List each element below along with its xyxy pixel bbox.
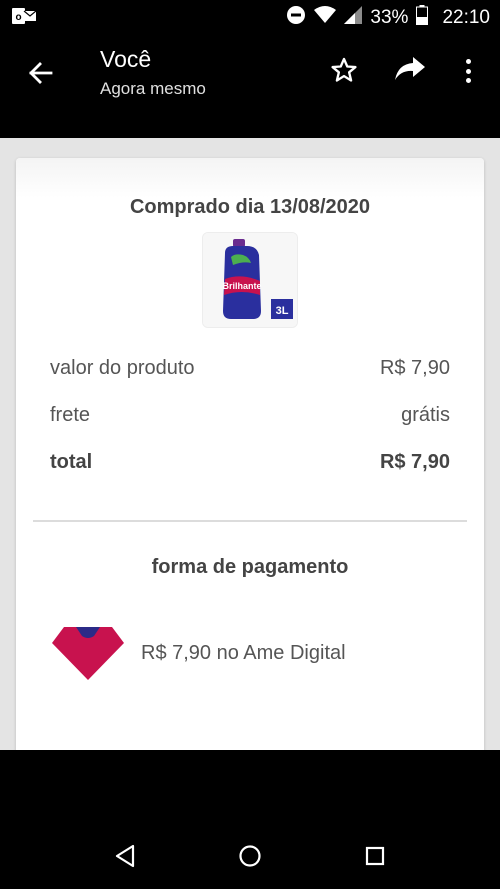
arrow-left-icon xyxy=(29,62,53,84)
nav-back-button[interactable] xyxy=(108,842,142,870)
back-button[interactable] xyxy=(20,56,60,90)
shipping-value: grátis xyxy=(401,404,450,426)
dot xyxy=(465,59,471,64)
clock: 22:10 xyxy=(442,7,490,28)
battery-icon xyxy=(416,5,429,31)
share-arrow-icon xyxy=(395,57,425,80)
card-top-shade xyxy=(16,158,484,198)
product-value-row: valor do produto R$ 7,90 xyxy=(50,357,450,380)
payment-description: R$ 7,90 no Ame Digital xyxy=(141,642,346,664)
triangle-back-icon xyxy=(115,844,135,868)
message-content[interactable]: Comprado dia 13/08/2020 Brilhante 3L val… xyxy=(0,138,500,750)
wifi-icon xyxy=(314,6,337,30)
total-amount: R$ 7,90 xyxy=(379,451,450,473)
page-title: Você xyxy=(100,46,152,72)
star-icon xyxy=(331,57,357,82)
product-value-label: valor do produto xyxy=(50,357,195,379)
total-label: total xyxy=(50,451,93,473)
ame-digital-logo-icon xyxy=(50,624,126,682)
shipping-label: frete xyxy=(50,404,91,426)
share-button[interactable] xyxy=(394,56,428,86)
product-value-amount: R$ 7,90 xyxy=(379,357,450,379)
product-brand-label: Brilhante xyxy=(222,281,261,291)
dot xyxy=(465,78,471,83)
title-block: Você Agora mesmo xyxy=(100,46,206,99)
shipping-row: frete grátis xyxy=(50,404,450,427)
outlook-notification-icon: o xyxy=(12,6,37,31)
circle-home-icon xyxy=(239,845,261,867)
total-row: total R$ 7,90 xyxy=(50,451,450,474)
divider xyxy=(33,520,467,522)
system-navigation-bar xyxy=(0,750,500,889)
receipt-card: Comprado dia 13/08/2020 Brilhante 3L val… xyxy=(16,158,484,750)
product-image: Brilhante 3L xyxy=(202,232,298,328)
battery-percent: 33% xyxy=(370,7,409,28)
star-button[interactable] xyxy=(330,56,360,86)
square-recents-icon xyxy=(365,846,385,866)
status-bar: o 33% 22:10 xyxy=(0,0,500,34)
dot xyxy=(465,68,471,74)
purchase-date-title: Comprado dia 13/08/2020 xyxy=(129,196,371,218)
svg-text:o: o xyxy=(15,12,21,23)
payment-method-title: forma de pagamento xyxy=(151,556,349,578)
do-not-disturb-icon xyxy=(286,5,306,31)
nav-home-button[interactable] xyxy=(233,842,267,870)
product-size-badge: 3L xyxy=(276,305,289,317)
signal-icon xyxy=(344,6,363,30)
nav-recent-apps-button[interactable] xyxy=(358,842,392,870)
app-bar: Você Agora mesmo xyxy=(0,34,500,138)
page-subtitle: Agora mesmo xyxy=(100,79,206,98)
more-options-button[interactable] xyxy=(458,56,478,86)
